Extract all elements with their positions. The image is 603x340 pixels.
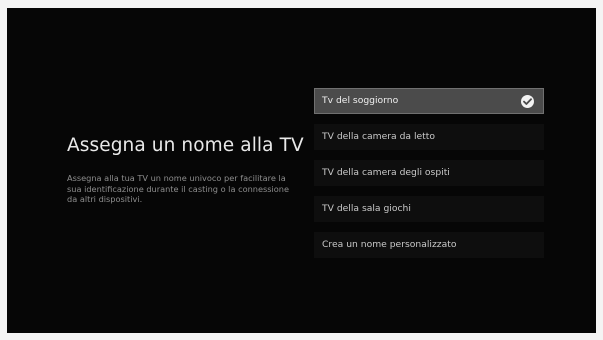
- option-label: Crea un nome personalizzato: [322, 239, 457, 250]
- tv-screen: Assegna un nome alla TV Assegna alla tua…: [7, 8, 596, 333]
- name-options-list: Tv del soggiorno TV della camera da lett…: [314, 88, 544, 268]
- check-circle-icon: [521, 95, 534, 108]
- page-description: Assegna alla tua TV un nome univoco per …: [67, 173, 290, 205]
- option-tv-della-camera-degli-ospiti[interactable]: TV della camera degli ospiti: [314, 160, 544, 186]
- option-label: TV della camera da letto: [322, 131, 435, 142]
- option-label: TV della camera degli ospiti: [322, 167, 450, 178]
- option-label: TV della sala giochi: [322, 203, 411, 214]
- option-tv-della-camera-da-letto[interactable]: TV della camera da letto: [314, 124, 544, 150]
- option-tv-del-soggiorno[interactable]: Tv del soggiorno: [314, 88, 544, 114]
- info-panel: Assegna un nome alla TV Assegna alla tua…: [67, 135, 304, 205]
- option-label: Tv del soggiorno: [322, 95, 399, 106]
- option-crea-nome-personalizzato[interactable]: Crea un nome personalizzato: [314, 232, 544, 258]
- page-title: Assegna un nome alla TV: [67, 135, 304, 156]
- option-tv-della-sala-giochi[interactable]: TV della sala giochi: [314, 196, 544, 222]
